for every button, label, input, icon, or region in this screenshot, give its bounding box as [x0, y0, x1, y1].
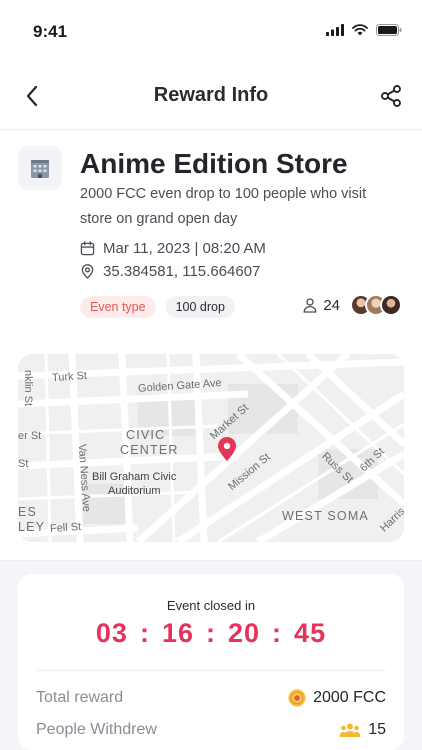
- nav-bar: Reward Info: [0, 60, 422, 130]
- countdown-separator: :: [139, 618, 150, 648]
- people-withdrew-value-group: 15: [339, 721, 386, 739]
- store-icon-tile: [18, 146, 62, 190]
- total-reward-value-group: 2000 FCC: [288, 689, 386, 707]
- location-coordinates: 35.384581, 115.664607: [103, 263, 261, 280]
- countdown-centis: 45: [294, 618, 327, 648]
- countdown-timer: 03 : 16 : 20 : 45: [18, 618, 404, 649]
- map-district-label: LEY: [18, 520, 46, 534]
- map-place-label: Auditorium: [108, 485, 161, 497]
- countdown-minutes: 16: [161, 618, 194, 648]
- battery-icon: [376, 24, 402, 36]
- location-row: 35.384581, 115.664607: [80, 263, 260, 280]
- map-district-label: CENTER: [120, 443, 179, 457]
- share-icon: [381, 85, 401, 107]
- map-street-label: Turk St: [51, 369, 88, 385]
- countdown-caption: Event closed in: [166, 598, 256, 613]
- countdown-seconds: 20: [228, 618, 261, 648]
- map-place-label: Bill Graham Civic: [92, 471, 177, 483]
- tag-list: Even type 100 drop: [80, 296, 235, 318]
- countdown-separator: :: [206, 618, 216, 648]
- building-icon: [31, 160, 49, 178]
- store-description: 2000 FCC even drop to 100 people who vis…: [80, 186, 367, 227]
- map-district-label: ES: [18, 505, 38, 519]
- status-icons: [326, 24, 402, 36]
- location-pin-icon: [81, 264, 94, 279]
- total-reward-row: Total reward 2000 FCC: [36, 689, 386, 707]
- tag-drop-count: 100 drop: [165, 296, 235, 318]
- participants[interactable]: 24: [303, 294, 402, 316]
- status-time: 9:41: [33, 22, 68, 41]
- share-button[interactable]: [376, 81, 406, 111]
- group-icon: [339, 723, 361, 737]
- store-name: Anime Edition Store: [80, 148, 348, 179]
- cellular-signal-icon: [326, 24, 344, 36]
- total-reward-value: 2000 FCC: [313, 689, 386, 706]
- people-withdrew-row: People Withdrew 15: [36, 721, 386, 739]
- divider: [36, 670, 386, 671]
- reward-card: Event closed in 03 : 16 : 20 : 45 Total …: [18, 574, 404, 750]
- participant-count: 24: [323, 296, 340, 314]
- countdown-separator: :: [272, 618, 283, 648]
- event-date: Mar 11, 2023 | 08:20 AM: [103, 240, 266, 257]
- page-title: Reward Info: [153, 84, 269, 106]
- map-pin-icon: [218, 437, 236, 461]
- map-street-label: er St: [18, 430, 42, 442]
- calendar-icon: [80, 241, 95, 256]
- avatar: [380, 294, 402, 316]
- map-street-label: St: [18, 458, 29, 470]
- coin-icon: [288, 689, 306, 707]
- tag-even-type: Even type: [80, 296, 156, 318]
- map-street-label: nklin St: [22, 369, 35, 407]
- countdown-hours: 03: [95, 618, 128, 648]
- map-district-label: CIVIC: [126, 428, 166, 442]
- map-district-label: WEST SOMA: [282, 509, 369, 523]
- people-withdrew-label: People Withdrew: [36, 721, 157, 738]
- map-street-label: Fell St: [49, 520, 82, 536]
- avatar-stack: [350, 294, 402, 316]
- wifi-icon: [352, 24, 368, 36]
- people-withdrew-value: 15: [368, 721, 386, 738]
- event-date-row: Mar 11, 2023 | 08:20 AM: [80, 240, 266, 257]
- total-reward-label: Total reward: [36, 689, 124, 706]
- location-map[interactable]: Turk St Golden Gate Ave nklin St er St S…: [18, 354, 404, 542]
- person-icon: [303, 297, 317, 313]
- status-bar: 9:41: [0, 0, 422, 60]
